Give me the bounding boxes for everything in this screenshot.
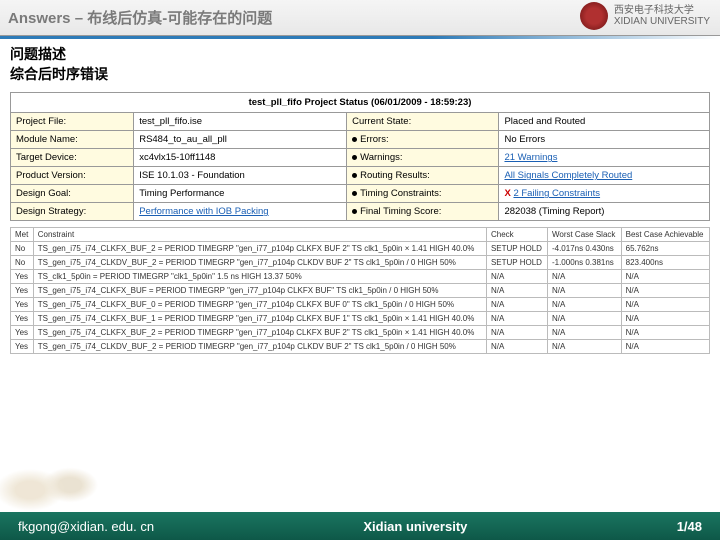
status-label: Timing Constraints:: [347, 185, 499, 203]
logo-en: XIDIAN UNIVERSITY: [614, 16, 710, 27]
timing-cell: Yes: [11, 298, 34, 312]
timing-cell: N/A: [486, 284, 547, 298]
timing-cell: TS_gen_i75_i74_CLKFX_BUF_0 = PERIOD TIME…: [33, 298, 486, 312]
logo-icon: [580, 2, 608, 30]
timing-cell: 823.400ns: [621, 256, 709, 270]
timing-cell: TS_gen_i75_i74_CLKDV_BUF_2 = PERIOD TIME…: [33, 340, 486, 354]
bullet-icon: [352, 209, 357, 214]
timing-cell: SETUP HOLD: [486, 256, 547, 270]
timing-row: YesTS_gen_i75_i74_CLKFX_BUF_0 = PERIOD T…: [11, 298, 710, 312]
timing-row: YesTS_gen_i75_i74_CLKFX_BUF = PERIOD TIM…: [11, 284, 710, 298]
status-label: Errors:: [347, 131, 499, 149]
slide-header: Answers – 布线后仿真-可能存在的问题 西安电子科技大学 XIDIAN …: [0, 0, 720, 36]
bullet-icon: [352, 191, 357, 196]
timing-cell: N/A: [621, 326, 709, 340]
status-value: test_pll_fifo.ise: [134, 113, 347, 131]
timing-cell: N/A: [547, 312, 621, 326]
timing-cell: -4.017ns 0.430ns: [547, 242, 621, 256]
col-met: Met: [11, 228, 34, 242]
bullet-icon: [352, 155, 357, 160]
timing-row: YesTS_gen_i75_i74_CLKDV_BUF_2 = PERIOD T…: [11, 340, 710, 354]
timing-cell: N/A: [621, 270, 709, 284]
decorative-graphic: [0, 450, 110, 520]
timing-cell: -1.000ns 0.381ns: [547, 256, 621, 270]
status-label: Routing Results:: [347, 167, 499, 185]
timing-cell: N/A: [486, 312, 547, 326]
timing-cell: TS_gen_i75_i74_CLKFX_BUF_2 = PERIOD TIME…: [33, 326, 486, 340]
timing-cell: N/A: [486, 326, 547, 340]
timing-cell: Yes: [11, 340, 34, 354]
timing-cell: Yes: [11, 284, 34, 298]
timing-cell: N/A: [547, 326, 621, 340]
timing-cell: N/A: [621, 298, 709, 312]
footer-page-number: 1/48: [677, 519, 702, 534]
status-label: Current State:: [347, 113, 499, 131]
timing-cell: SETUP HOLD: [486, 242, 547, 256]
bullet-icon: [352, 173, 357, 178]
timing-cell: N/A: [486, 270, 547, 284]
timing-row: YesTS_gen_i75_i74_CLKFX_BUF_2 = PERIOD T…: [11, 326, 710, 340]
bullet-icon: [352, 137, 357, 142]
timing-cell: N/A: [486, 298, 547, 312]
timing-cell: No: [11, 242, 34, 256]
section-line1: 问题描述: [10, 45, 710, 65]
section-line2: 综合后时序错误: [10, 65, 710, 85]
status-value: 282038 (Timing Report): [499, 203, 710, 221]
timing-cell: Yes: [11, 270, 34, 284]
header-title: Answers – 布线后仿真-可能存在的问题: [8, 7, 272, 28]
routing-link[interactable]: All Signals Completely Routed: [499, 167, 710, 185]
status-label: Final Timing Score:: [347, 203, 499, 221]
status-label: Product Version:: [11, 167, 134, 185]
timing-cell: N/A: [486, 340, 547, 354]
col-worst: Worst Case Slack: [547, 228, 621, 242]
col-best: Best Case Achievable: [621, 228, 709, 242]
timing-constraints-table: Met Constraint Check Worst Case Slack Be…: [10, 227, 710, 354]
xidian-logo: 西安电子科技大学 XIDIAN UNIVERSITY: [580, 2, 710, 30]
status-label: Project File:: [11, 113, 134, 131]
logo-cn: 西安电子科技大学: [614, 5, 710, 16]
timing-cell: TS_gen_i75_i74_CLKDV_BUF_2 = PERIOD TIME…: [33, 256, 486, 270]
timing-cell: 65.762ns: [621, 242, 709, 256]
timing-cell: N/A: [547, 298, 621, 312]
timing-cell: TS_gen_i75_i74_CLKFX_BUF_1 = PERIOD TIME…: [33, 312, 486, 326]
timing-cell: Yes: [11, 312, 34, 326]
footer-email: fkgong@xidian. edu. cn: [18, 519, 154, 534]
strategy-link[interactable]: Performance with IOB Packing: [134, 203, 347, 221]
timing-cell: TS_gen_i75_i74_CLKFX_BUF_2 = PERIOD TIME…: [33, 242, 486, 256]
timing-cell: Yes: [11, 326, 34, 340]
col-check: Check: [486, 228, 547, 242]
timing-row: YesTS_gen_i75_i74_CLKFX_BUF_1 = PERIOD T…: [11, 312, 710, 326]
timing-cell: N/A: [547, 340, 621, 354]
timing-cell: TS_gen_i75_i74_CLKFX_BUF = PERIOD TIMEGR…: [33, 284, 486, 298]
timing-row: YesTS_clk1_5p0in = PERIOD TIMEGRP "clk1_…: [11, 270, 710, 284]
timing-cell: No: [11, 256, 34, 270]
status-value: ISE 10.1.03 - Foundation: [134, 167, 347, 185]
status-value: Placed and Routed: [499, 113, 710, 131]
timing-row: NoTS_gen_i75_i74_CLKDV_BUF_2 = PERIOD TI…: [11, 256, 710, 270]
status-label: Design Strategy:: [11, 203, 134, 221]
project-status-table: test_pll_fifo Project Status (06/01/2009…: [10, 92, 710, 221]
error-x-icon: X: [504, 188, 510, 199]
status-value: RS484_to_au_all_pll: [134, 131, 347, 149]
timing-cell: N/A: [621, 340, 709, 354]
timing-row: NoTS_gen_i75_i74_CLKFX_BUF_2 = PERIOD TI…: [11, 242, 710, 256]
timing-constraints-link[interactable]: X 2 Failing Constraints: [499, 185, 710, 203]
status-label: Design Goal:: [11, 185, 134, 203]
status-title: test_pll_fifo Project Status (06/01/2009…: [11, 93, 710, 113]
timing-cell: N/A: [547, 284, 621, 298]
status-label: Target Device:: [11, 149, 134, 167]
status-label: Warnings:: [347, 149, 499, 167]
status-value: No Errors: [499, 131, 710, 149]
status-value: xc4vlx15-10ff1148: [134, 149, 347, 167]
footer-university: Xidian university: [154, 519, 677, 534]
timing-cell: N/A: [621, 312, 709, 326]
col-constraint: Constraint: [33, 228, 486, 242]
timing-cell: N/A: [621, 284, 709, 298]
slide-footer: fkgong@xidian. edu. cn Xidian university…: [0, 512, 720, 540]
timing-cell: TS_clk1_5p0in = PERIOD TIMEGRP "clk1_5p0…: [33, 270, 486, 284]
warnings-link[interactable]: 21 Warnings: [499, 149, 710, 167]
timing-cell: N/A: [547, 270, 621, 284]
status-value: Timing Performance: [134, 185, 347, 203]
status-label: Module Name:: [11, 131, 134, 149]
